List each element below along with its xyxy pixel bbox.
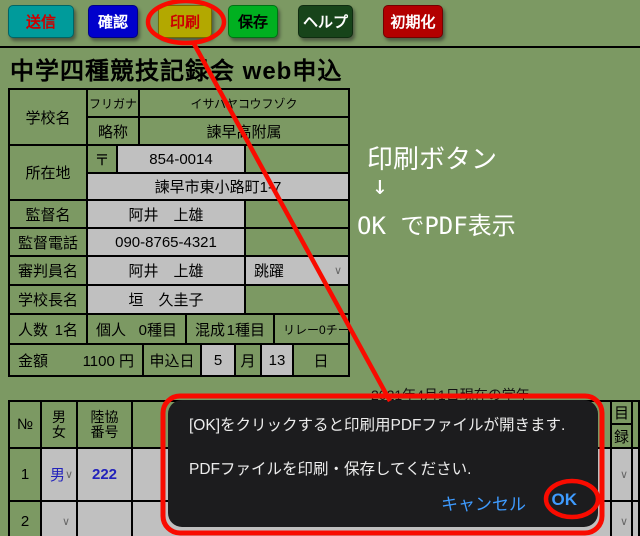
principal-spacer <box>246 286 348 315</box>
save-button[interactable]: 保存 <box>228 5 278 38</box>
confirm-button[interactable]: 確認 <box>88 5 138 38</box>
toolbar-divider <box>0 46 640 48</box>
chevron-down-icon: ∨ <box>334 264 342 277</box>
address-input[interactable]: 諫早市東小路町1-7 <box>88 174 348 201</box>
sex-select[interactable]: ∨ <box>42 502 78 536</box>
relay-value: 0チーム <box>319 321 348 338</box>
print-button[interactable]: 印刷 <box>158 5 212 38</box>
judge-role-select[interactable]: 跳躍 ∨ <box>246 257 348 286</box>
ok-button[interactable]: OK <box>552 490 578 510</box>
individual-cell: 個人 0種目 <box>88 315 187 345</box>
director-phone-label: 監督電話 <box>10 229 88 257</box>
postal-spacer <box>246 146 348 174</box>
send-button[interactable]: 送信 <box>8 5 74 38</box>
help-button[interactable]: ヘルプ <box>298 5 353 38</box>
chevron-down-icon: ∨ <box>65 468 73 481</box>
individual-label: 個人 <box>96 319 126 340</box>
director-spacer <box>246 201 348 229</box>
dialog-message-1: [OK]をクリックすると印刷用PDFファイルが開きます. <box>189 413 565 435</box>
cancel-button[interactable]: キャンセル <box>441 490 526 515</box>
col-header-no: № <box>10 402 42 449</box>
sex-value: 男 <box>50 464 65 485</box>
individual-value: 0種目 <box>139 319 177 340</box>
dialog-message-2: PDFファイルを印刷・保存してください. <box>189 457 471 479</box>
page-title: 中学四種競技記録会 web申込 <box>10 51 342 86</box>
chevron-down-icon: ∨ <box>620 515 628 528</box>
col-header-event-partial: 目 <box>612 402 631 425</box>
month-label: 月 <box>236 345 262 375</box>
principal-label: 学校長名 <box>10 286 88 315</box>
school-name-label: 学校名 <box>10 90 88 146</box>
edge-sliver-header <box>633 402 638 449</box>
fee-value: 1100 円 <box>83 350 134 371</box>
short-name-value[interactable]: 諫早高附属 <box>140 118 348 146</box>
assoc-no-input[interactable]: 222 <box>78 449 133 502</box>
principal-input[interactable]: 垣 久圭子 <box>88 286 246 315</box>
annotation-ok-pdf-text: OK でPDF表示 <box>357 206 516 241</box>
count-value: 1名 <box>55 319 78 340</box>
col-header-assoc-no: 陸協 番号 <box>78 402 133 449</box>
judge-input[interactable]: 阿井 上雄 <box>88 257 246 286</box>
school-info-table: 学校名 フリガナ イサハヤコウフゾク 略称 諫早高附属 所在地 〒 854-00… <box>8 88 350 377</box>
day-label: 日 <box>294 345 348 375</box>
furigana-value[interactable]: イサハヤコウフゾク <box>140 90 348 118</box>
relay-cell: リレー 0チーム <box>275 315 348 345</box>
row-no: 2 <box>10 502 42 536</box>
combined-value: 1種目 <box>227 319 265 340</box>
edge-sliver-cell <box>633 502 638 536</box>
down-arrow-icon: ↓ <box>372 171 388 201</box>
edge-sliver-cell <box>633 449 638 502</box>
address-label: 所在地 <box>10 146 88 201</box>
combined-label: 混成 <box>195 319 225 340</box>
assoc-header-bottom: 番号 <box>91 425 119 440</box>
director-phone-spacer <box>246 229 348 257</box>
sex-select[interactable]: 男 ∨ <box>42 449 78 502</box>
chevron-down-icon: ∨ <box>62 515 70 528</box>
col-header-record-partial: 録 <box>612 425 631 449</box>
print-confirm-dialog: [OK]をクリックすると印刷用PDFファイルが開きます. PDFファイルを印刷・… <box>168 400 598 527</box>
director-label: 監督名 <box>10 201 88 229</box>
event-select-partial[interactable]: ∨ <box>610 449 633 502</box>
furigana-label: フリガナ <box>88 90 140 118</box>
judge-role-value: 跳躍 <box>254 260 284 281</box>
director-input[interactable]: 阿井 上雄 <box>88 201 246 229</box>
count-cell: 人数 1名 <box>10 315 88 345</box>
fee-cell: 金額 1100 円 <box>10 345 144 375</box>
col-header-sex: 男 女 <box>42 402 78 449</box>
apply-month-input[interactable]: 5 <box>202 345 236 375</box>
event-select-partial[interactable]: ∨ <box>610 502 633 536</box>
row-no: 1 <box>10 449 42 502</box>
apply-date-label: 申込日 <box>144 345 202 375</box>
fee-label: 金額 <box>18 350 48 371</box>
assoc-header-top: 陸協 <box>91 410 119 425</box>
chevron-down-icon: ∨ <box>620 468 628 481</box>
assoc-no-input[interactable] <box>78 502 133 536</box>
combined-cell: 混成 1種目 <box>187 315 275 345</box>
short-name-label: 略称 <box>88 118 140 146</box>
sex-header-top: 男 <box>52 410 66 425</box>
apply-day-input[interactable]: 13 <box>262 345 294 375</box>
judge-label: 審判員名 <box>10 257 88 286</box>
postal-code-input[interactable]: 854-0014 <box>118 146 246 174</box>
postal-mark: 〒 <box>88 146 118 174</box>
sex-header-bottom: 女 <box>52 425 66 440</box>
relay-label: リレー <box>283 321 319 338</box>
count-label: 人数 <box>18 319 48 340</box>
director-phone-input[interactable]: 090-8765-4321 <box>88 229 246 257</box>
page: 送信 確認 印刷 保存 ヘルプ 初期化 中学四種競技記録会 web申込 学校名 … <box>0 0 640 536</box>
reset-button[interactable]: 初期化 <box>383 5 443 38</box>
